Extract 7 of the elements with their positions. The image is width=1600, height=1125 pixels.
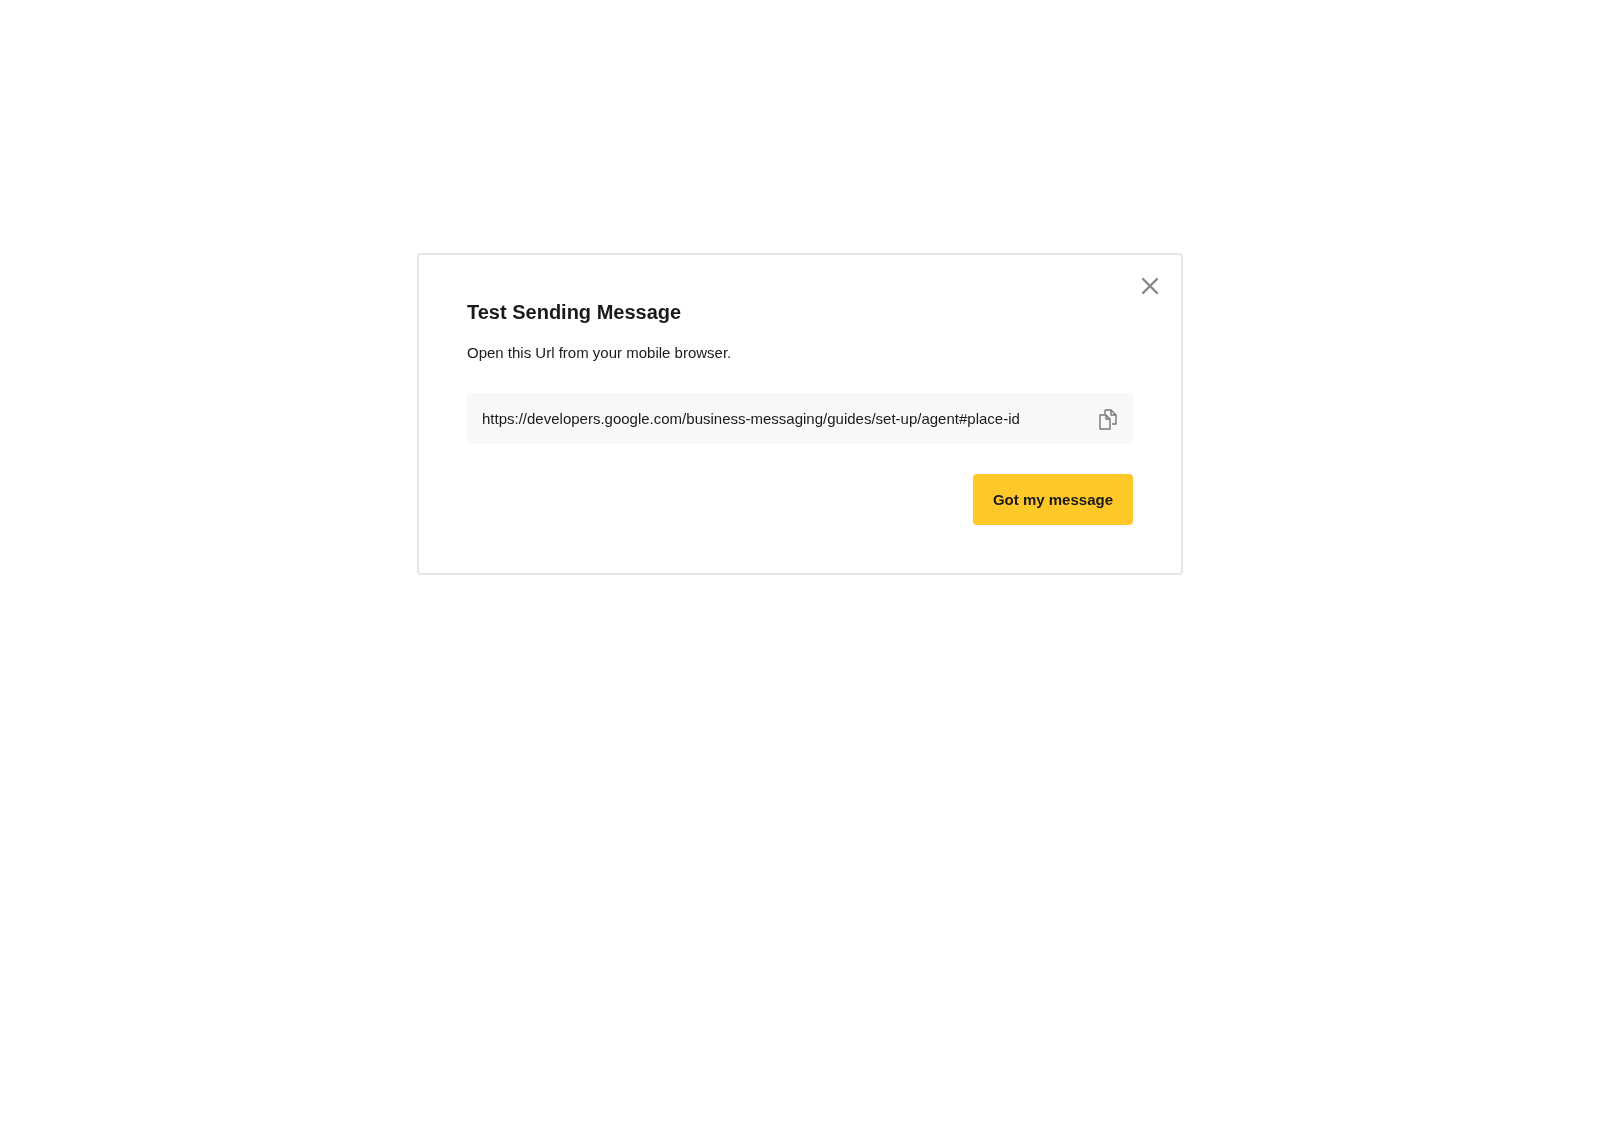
copy-icon[interactable] bbox=[1098, 407, 1118, 430]
url-field[interactable]: https://developers.google.com/business-messaging/guides/set-up/agent#place-id bbox=[467, 393, 1133, 444]
got-message-button[interactable]: Got my message bbox=[972, 474, 1133, 525]
dialog-description: Open this Url from your mobile browser. bbox=[467, 344, 733, 361]
close-icon[interactable] bbox=[1139, 275, 1161, 297]
url-text: https://developers.google.com/business-messaging/guides/set-up/agent#place-id bbox=[482, 410, 1020, 427]
dialog-title: Test Sending Message bbox=[467, 301, 683, 324]
